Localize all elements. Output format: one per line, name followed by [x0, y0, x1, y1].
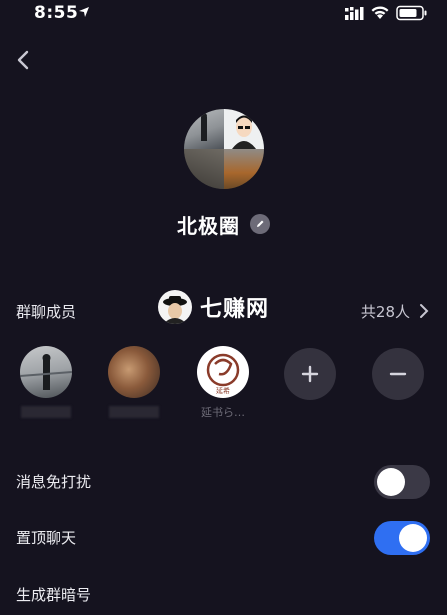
wifi-icon [371, 6, 389, 19]
chevron-right-icon [420, 304, 429, 318]
member-photo-tile [184, 149, 224, 189]
minus-icon [389, 372, 407, 376]
avatar-badge-text: 延希 [216, 386, 230, 395]
group-code-label: 生成群暗号 [16, 586, 92, 604]
back-button[interactable] [10, 46, 36, 74]
do-not-disturb-row: 消息免打扰 [16, 462, 430, 502]
member-item[interactable]: 延希 延书ら… [193, 346, 253, 419]
avatar [108, 346, 160, 398]
chevron-left-icon [17, 50, 29, 70]
pin-chat-label: 置顶聊天 [16, 529, 77, 547]
pin-chat-row: 置顶聊天 [16, 518, 430, 558]
watermark-text: 七赚网 [200, 297, 270, 322]
members-title: 群聊成员 [16, 303, 77, 321]
member-item[interactable] [16, 346, 76, 418]
member-name-redacted [109, 406, 159, 418]
toggle-knob [377, 468, 405, 496]
status-time: 8:55 [34, 3, 79, 23]
watermark: 七赚网 [158, 289, 293, 325]
member-photo-tile [224, 149, 264, 189]
edit-pencil-icon[interactable] [250, 214, 270, 234]
group-name: 北极圈 [177, 213, 240, 238]
plus-icon [301, 365, 319, 383]
cartoon-avatar-tile [224, 109, 264, 149]
toggle-knob [399, 524, 427, 552]
members-count: 共28人 [360, 303, 410, 321]
battery-icon [396, 5, 427, 21]
avatar: 延希 [197, 346, 249, 398]
watermark-logo [158, 290, 192, 324]
group-code-row[interactable]: 生成群暗号 [16, 575, 430, 615]
avatar [20, 346, 72, 398]
member-photo-tile [184, 109, 224, 149]
do-not-disturb-toggle[interactable] [374, 465, 430, 499]
remove-member-button[interactable] [372, 348, 424, 400]
pin-chat-toggle[interactable] [374, 521, 430, 555]
add-member-button[interactable] [284, 348, 336, 400]
member-name-redacted [21, 406, 71, 418]
status-bar: 8:55 [0, 0, 447, 28]
do-not-disturb-label: 消息免打扰 [16, 473, 92, 491]
member-item[interactable] [104, 346, 164, 418]
cellular-signal-icon [345, 7, 364, 20]
location-arrow-icon [79, 7, 89, 17]
member-name: 延书ら… [201, 406, 245, 419]
group-name-row: 北极圈 [0, 207, 447, 241]
group-avatar[interactable] [184, 109, 264, 189]
